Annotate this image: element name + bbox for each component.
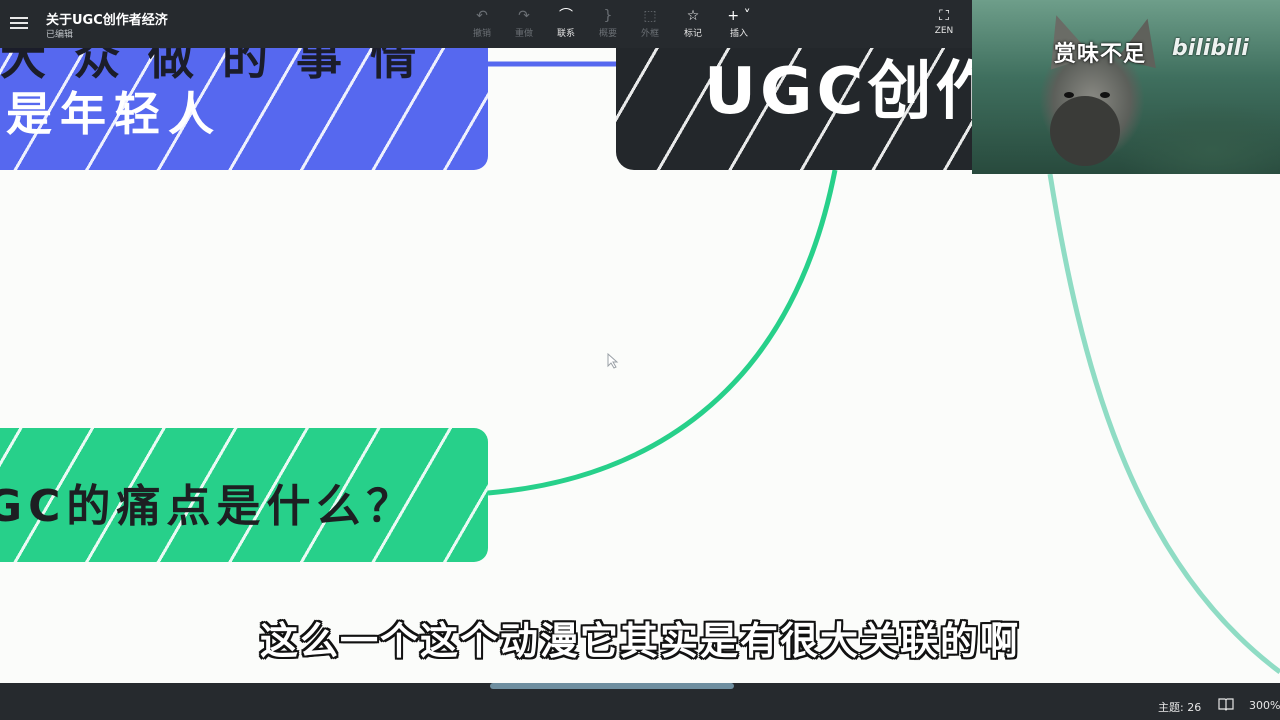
relation-icon: ⌒	[559, 8, 573, 24]
plus-icon: + ˅	[727, 8, 751, 24]
marker-label: 标记	[683, 29, 702, 39]
boundary-icon: ⬚	[643, 8, 657, 24]
connector-teal	[1047, 173, 1280, 675]
undo-label: 撤销	[472, 29, 491, 39]
relation-label: 联系	[556, 29, 575, 39]
video-shape	[1100, 92, 1110, 98]
bilibili-logo: bilibili	[1172, 36, 1249, 61]
video-shape	[1064, 92, 1074, 98]
star-icon: ☆	[686, 8, 700, 24]
mouse-cursor-icon	[607, 353, 619, 369]
video-subtitle: 这么一个这个动漫它其实是有很大关联的啊	[259, 619, 1020, 663]
boundary-label: 外框	[640, 29, 659, 39]
topic-text-pain-points: GC的痛点是什么？	[0, 481, 417, 532]
redo-label: 重做	[514, 29, 533, 39]
insert-button[interactable]: + ˅ 插入	[719, 6, 759, 42]
undo-button[interactable]: ↶ 撤销	[462, 6, 502, 42]
summary-icon: }	[603, 8, 613, 24]
video-shape	[1050, 96, 1120, 166]
document-title[interactable]: 关于UGC创作者经济	[46, 9, 168, 28]
redo-icon: ↷	[518, 8, 530, 24]
video-caption: 赏味不足	[1054, 42, 1147, 67]
summary-button[interactable]: } 概要	[588, 6, 628, 42]
relation-button[interactable]: ⌒ 联系	[546, 6, 586, 42]
undo-icon: ↶	[476, 8, 488, 24]
document-status: 已编辑	[46, 30, 74, 40]
summary-label: 概要	[598, 29, 617, 39]
video-overlay: 赏味不足 bilibili	[972, 0, 1280, 174]
boundary-button[interactable]: ⬚ 外框	[630, 6, 670, 42]
topic-text-line2: 是年轻人	[6, 87, 222, 141]
outline-view-icon[interactable]	[1218, 697, 1234, 711]
central-topic-text: UGC创作	[704, 55, 988, 129]
menu-icon[interactable]	[10, 14, 28, 32]
zen-label: ZEN	[934, 26, 954, 36]
horizontal-scrollbar[interactable]	[490, 683, 734, 689]
zen-mode-button[interactable]: ⛶ ZEN	[924, 6, 964, 42]
insert-label: 插入	[729, 29, 748, 39]
redo-button[interactable]: ↷ 重做	[504, 6, 544, 42]
marker-button[interactable]: ☆ 标记	[673, 6, 713, 42]
topic-node-pain-points[interactable]: GC的痛点是什么？	[0, 428, 488, 562]
fullscreen-icon: ⛶	[939, 8, 949, 24]
status-bar: 主题: 26 300%	[0, 683, 1280, 720]
topic-count: 主题: 26	[1158, 701, 1202, 714]
zoom-level[interactable]: 300%	[1249, 699, 1280, 712]
connector-green	[487, 169, 838, 496]
